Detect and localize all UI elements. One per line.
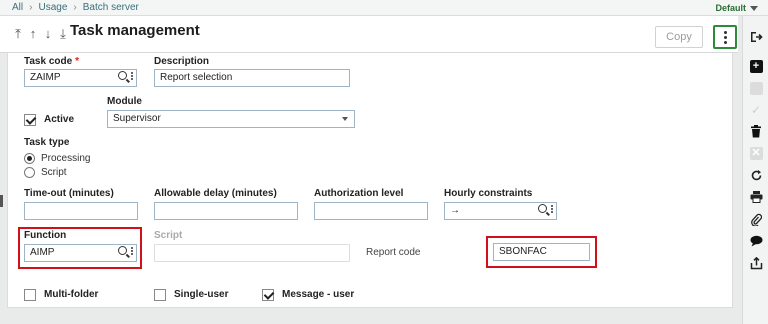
last-record-icon[interactable]: ⤓ [58,26,68,42]
first-record-icon[interactable]: ⤒ [13,26,23,42]
close-icon: ✕ [749,146,763,160]
description-label: Description [154,56,210,67]
exit-icon[interactable] [749,30,763,44]
more-actions-button[interactable] [713,25,737,49]
module-select[interactable]: Supervisor [107,110,355,128]
default-dropdown[interactable]: Default [715,3,746,13]
more-options-icon[interactable] [551,204,553,213]
search-icon[interactable] [118,246,127,255]
search-icon[interactable] [538,204,547,213]
allowable-delay-label: Allowable delay (minutes) [154,188,277,199]
description-field[interactable]: Report selection [154,69,350,87]
timeout-label: Time-out (minutes) [24,188,114,199]
allowable-delay-field[interactable] [154,202,298,220]
task-code-label: Task code * [24,56,80,67]
timeout-field[interactable] [24,202,138,220]
form-panel [7,53,733,308]
top-bar: All › Usage › Batch server Default [0,0,768,16]
left-collapse-handle[interactable] [0,195,3,207]
script-label: Script [154,230,183,241]
caret-down-icon[interactable] [750,6,758,11]
report-code-label: Report code [366,247,421,258]
breadcrumb-batch-server[interactable]: Batch server [83,2,139,13]
save-icon: ✓ [750,103,762,117]
chevron-right-icon: › [29,2,33,13]
caret-down-icon[interactable] [342,117,348,121]
breadcrumb-usage[interactable]: Usage [38,2,67,13]
script-field [154,244,350,262]
page-title: Task management [70,22,200,39]
search-icon[interactable] [118,71,127,80]
multi-folder-checkbox[interactable] [24,289,36,301]
chevron-right-icon: › [73,2,77,13]
next-record-icon[interactable]: ↓ [43,26,53,42]
multi-folder-label: Multi-folder [44,289,99,300]
delete-icon[interactable] [749,124,763,138]
hourly-constraints-field[interactable]: → [444,202,557,220]
print-icon[interactable] [749,190,763,204]
radio-script-label: Script [41,167,67,178]
add-icon[interactable]: + [749,59,763,73]
radio-script[interactable] [24,167,35,178]
task-type-label: Task type [24,137,70,148]
cancel-icon [749,81,763,95]
radio-processing-label: Processing [41,153,91,164]
record-navigation: ⤒ ↑ ↓ ⤓ [13,26,68,42]
single-user-checkbox[interactable] [154,289,166,301]
function-field[interactable]: AIMP [24,244,137,262]
right-toolbar: + ✓ ✕ [742,16,768,324]
active-label: Active [44,114,75,125]
authorization-level-field[interactable] [314,202,428,220]
more-options-icon[interactable] [131,71,133,80]
message-user-label: Message - user [282,289,355,300]
authorization-level-label: Authorization level [314,188,404,199]
copy-button[interactable]: Copy [655,26,703,48]
arrow-right-icon: → [450,205,460,216]
page-header: ⤒ ↑ ↓ ⤓ Task management Copy [0,16,738,53]
export-icon[interactable] [749,256,763,270]
previous-record-icon[interactable]: ↑ [28,26,38,42]
comment-icon[interactable] [749,234,763,248]
active-checkbox[interactable] [24,114,36,126]
more-options-icon[interactable] [131,246,133,255]
single-user-label: Single-user [174,289,229,300]
breadcrumb: All › Usage › Batch server [12,2,139,13]
function-label: Function [24,230,67,241]
module-label: Module [107,96,142,107]
attach-icon[interactable] [749,212,763,226]
task-code-field[interactable]: ZAIMP [24,69,137,87]
hourly-constraints-label: Hourly constraints [444,188,533,199]
report-code-field[interactable]: SBONFAC [493,243,590,261]
breadcrumb-all[interactable]: All [12,2,23,13]
radio-processing[interactable] [24,153,35,164]
refresh-icon[interactable] [749,168,763,182]
message-user-checkbox[interactable] [262,289,274,301]
